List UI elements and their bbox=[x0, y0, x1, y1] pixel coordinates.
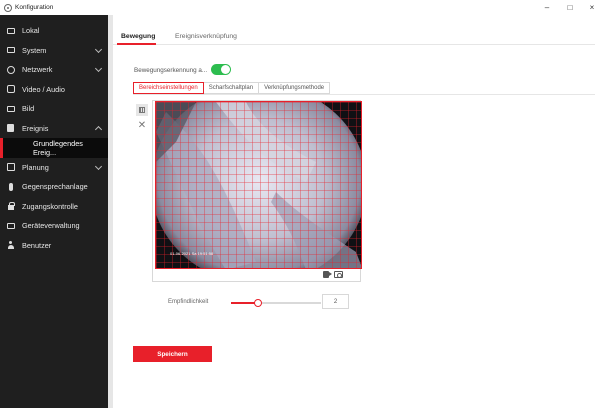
sidebar-item-bild[interactable]: Bild bbox=[0, 99, 108, 119]
sidebar-item-label: Zugangskontrolle bbox=[22, 201, 78, 211]
grid-icon bbox=[139, 107, 145, 113]
video-record-icon[interactable] bbox=[323, 271, 332, 278]
active-tab-indicator bbox=[117, 43, 156, 45]
motion-detection-label: Bewegungserkennung a... bbox=[134, 67, 208, 74]
sidebar-item-label: System bbox=[22, 45, 47, 55]
sidebar-item-video-audio[interactable]: Video / Audio bbox=[0, 80, 108, 100]
window-title: Konfiguration bbox=[15, 4, 54, 11]
live-video[interactable]: 01-06-2021 Sa 19:51:58 bbox=[155, 101, 362, 269]
chevron-down-icon bbox=[94, 45, 103, 53]
tab-ereignisverknuepfung[interactable]: Ereignisverknüpfung bbox=[175, 33, 237, 40]
video-audio-icon bbox=[6, 85, 15, 94]
tab-scharfschaltplan[interactable]: Scharfschaltplan bbox=[203, 82, 260, 94]
sidebar: Lokal System Netzwerk Video / Audio Bild… bbox=[0, 15, 113, 408]
sidebar-item-zugangskontrolle[interactable]: Zugangskontrolle bbox=[0, 197, 108, 217]
monitor-icon bbox=[6, 26, 15, 35]
sensitivity-value-field[interactable]: 2 bbox=[322, 294, 349, 309]
tab-verknuepfungsmethode[interactable]: Verknüpfungsmethode bbox=[259, 82, 331, 94]
chevron-down-icon bbox=[94, 64, 103, 73]
microphone-icon bbox=[6, 182, 15, 191]
sidebar-menu: Lokal System Netzwerk Video / Audio Bild… bbox=[0, 15, 108, 408]
lock-icon bbox=[6, 202, 15, 211]
sidebar-item-label: Ereignis bbox=[22, 123, 49, 133]
tab-bewegung[interactable]: Bewegung bbox=[121, 33, 155, 40]
snapshot-icon[interactable] bbox=[334, 271, 343, 278]
event-icon bbox=[6, 124, 15, 133]
video-timestamp: 01-06-2021 Sa 19:51:58 bbox=[170, 251, 214, 256]
sidebar-item-label: Bild bbox=[22, 104, 35, 114]
save-button[interactable]: Speichern bbox=[133, 346, 212, 362]
settings-app-icon bbox=[4, 3, 12, 12]
sidebar-item-label: Video / Audio bbox=[22, 84, 65, 94]
video-panel: 01-06-2021 Sa 19:51:58 bbox=[152, 100, 362, 282]
sidebar-item-gegensprechanlage[interactable]: Gegensprechanlage bbox=[0, 177, 108, 197]
minimize-button[interactable]: – bbox=[537, 0, 557, 15]
sensitivity-slider[interactable] bbox=[231, 298, 321, 307]
window-title-bar: Konfiguration – □ × bbox=[0, 0, 595, 15]
motion-detection-toggle[interactable] bbox=[211, 64, 231, 75]
sensitivity-handle[interactable] bbox=[254, 298, 262, 307]
sidebar-item-label: Geräteverwaltung bbox=[22, 221, 80, 231]
user-icon bbox=[6, 241, 15, 250]
sensitivity-label: Empfindlichkeit bbox=[168, 299, 209, 305]
chevron-up-icon bbox=[94, 125, 103, 133]
area-draw-tools: ✕ bbox=[136, 104, 148, 134]
sidebar-item-ereignis[interactable]: Ereignis bbox=[0, 119, 108, 139]
image-icon bbox=[6, 104, 15, 113]
sidebar-item-label: Gegensprechanlage bbox=[22, 182, 88, 192]
device-icon bbox=[6, 221, 15, 230]
sidebar-item-label: Grundlegendes Ereig... bbox=[33, 138, 83, 157]
sidebar-item-system[interactable]: System bbox=[0, 41, 108, 61]
sidebar-item-label: Netzwerk bbox=[22, 65, 53, 75]
sidebar-item-benutzer[interactable]: Benutzer bbox=[0, 236, 108, 256]
chevron-down-icon bbox=[94, 162, 103, 170]
event-tabs: Bewegung Ereignisverknüpfung bbox=[113, 15, 595, 45]
sidebar-item-geraeteverwaltung[interactable]: Geräteverwaltung bbox=[0, 216, 108, 236]
divider bbox=[133, 94, 595, 95]
sidebar-item-lokal[interactable]: Lokal bbox=[0, 21, 108, 41]
video-toolbar bbox=[323, 271, 343, 278]
close-button[interactable]: × bbox=[582, 0, 595, 15]
close-icon: ✕ bbox=[137, 119, 147, 131]
clear-area-button[interactable]: ✕ bbox=[136, 119, 148, 131]
tab-bereichseinstellungen[interactable]: Bereichseinstellungen bbox=[133, 82, 204, 94]
globe-icon bbox=[6, 65, 15, 74]
sidebar-item-planung[interactable]: Planung bbox=[0, 158, 108, 178]
live-video-image: 01-06-2021 Sa 19:51:58 bbox=[156, 102, 361, 268]
maximize-button[interactable]: □ bbox=[560, 0, 580, 15]
system-icon bbox=[6, 46, 15, 55]
sidebar-item-label: Planung bbox=[22, 162, 49, 172]
main-content: Bewegung Ereignisverknüpfung Bewegungser… bbox=[113, 15, 595, 408]
sidebar-item-label: Benutzer bbox=[22, 240, 52, 250]
calendar-icon bbox=[6, 163, 15, 172]
sidebar-item-netzwerk[interactable]: Netzwerk bbox=[0, 60, 108, 80]
sidebar-item-label: Lokal bbox=[22, 26, 40, 36]
subtabs: Bereichseinstellungen Scharfschaltplan V… bbox=[133, 82, 331, 94]
sidebar-item-grundlegendes-ereignis[interactable]: Grundlegendes Ereig... bbox=[0, 138, 108, 158]
draw-area-button[interactable] bbox=[136, 104, 148, 116]
